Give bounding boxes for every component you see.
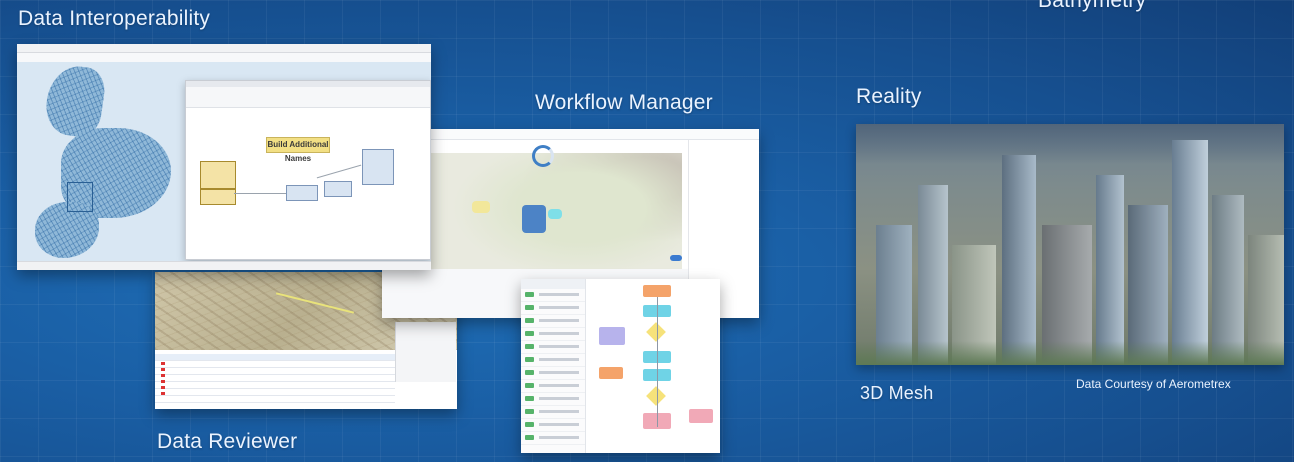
data-interoperability-label: Data Interoperability (18, 7, 211, 30)
data-reviewer-label: Data Reviewer (157, 430, 298, 453)
data-courtesy-caption: Data Courtesy of Aerometrex (1076, 377, 1231, 391)
app-header (382, 129, 759, 140)
3d-mesh-label: 3D Mesh (860, 383, 934, 403)
properties-panel (395, 322, 456, 382)
job-area-cyan (548, 209, 562, 219)
results-table (155, 354, 395, 403)
error-status-column (161, 362, 165, 398)
step-library (521, 279, 586, 453)
flow-step (599, 327, 625, 345)
flow-step (599, 367, 623, 379)
progress-donut (532, 145, 554, 167)
workflow-manager-label: Workflow Manager (535, 91, 713, 114)
3d-mesh-city-image (856, 124, 1284, 365)
bathymetry-label: Bathymetry (1038, 0, 1147, 12)
transformer-node (200, 189, 236, 205)
transformer-node (200, 161, 236, 189)
window-title-bar (17, 44, 431, 53)
reality-label: Reality (856, 85, 922, 108)
flow-step (689, 409, 713, 423)
fme-workbench-window: Build Additional Names (185, 80, 431, 260)
selection-extent (67, 182, 93, 212)
transformer-node (286, 185, 318, 201)
job-area-yellow (472, 201, 490, 213)
job-area-blue (522, 205, 546, 233)
connection-line (234, 193, 286, 194)
flow-step-start (643, 285, 671, 297)
connection-line (316, 164, 362, 179)
transformer-node (324, 181, 352, 197)
status-bar (17, 261, 431, 270)
flowchart-screenshot (521, 279, 720, 453)
toggle-switch[interactable] (670, 255, 682, 261)
data-interoperability-screenshot: Build Additional Names (17, 44, 431, 270)
workbench-toolbar (186, 87, 430, 108)
writer-node (362, 149, 394, 185)
workspace-annotation: Build Additional Names (266, 137, 330, 163)
flow-connector (657, 297, 658, 427)
flow-decision (646, 322, 666, 342)
flow-decision (646, 386, 666, 406)
